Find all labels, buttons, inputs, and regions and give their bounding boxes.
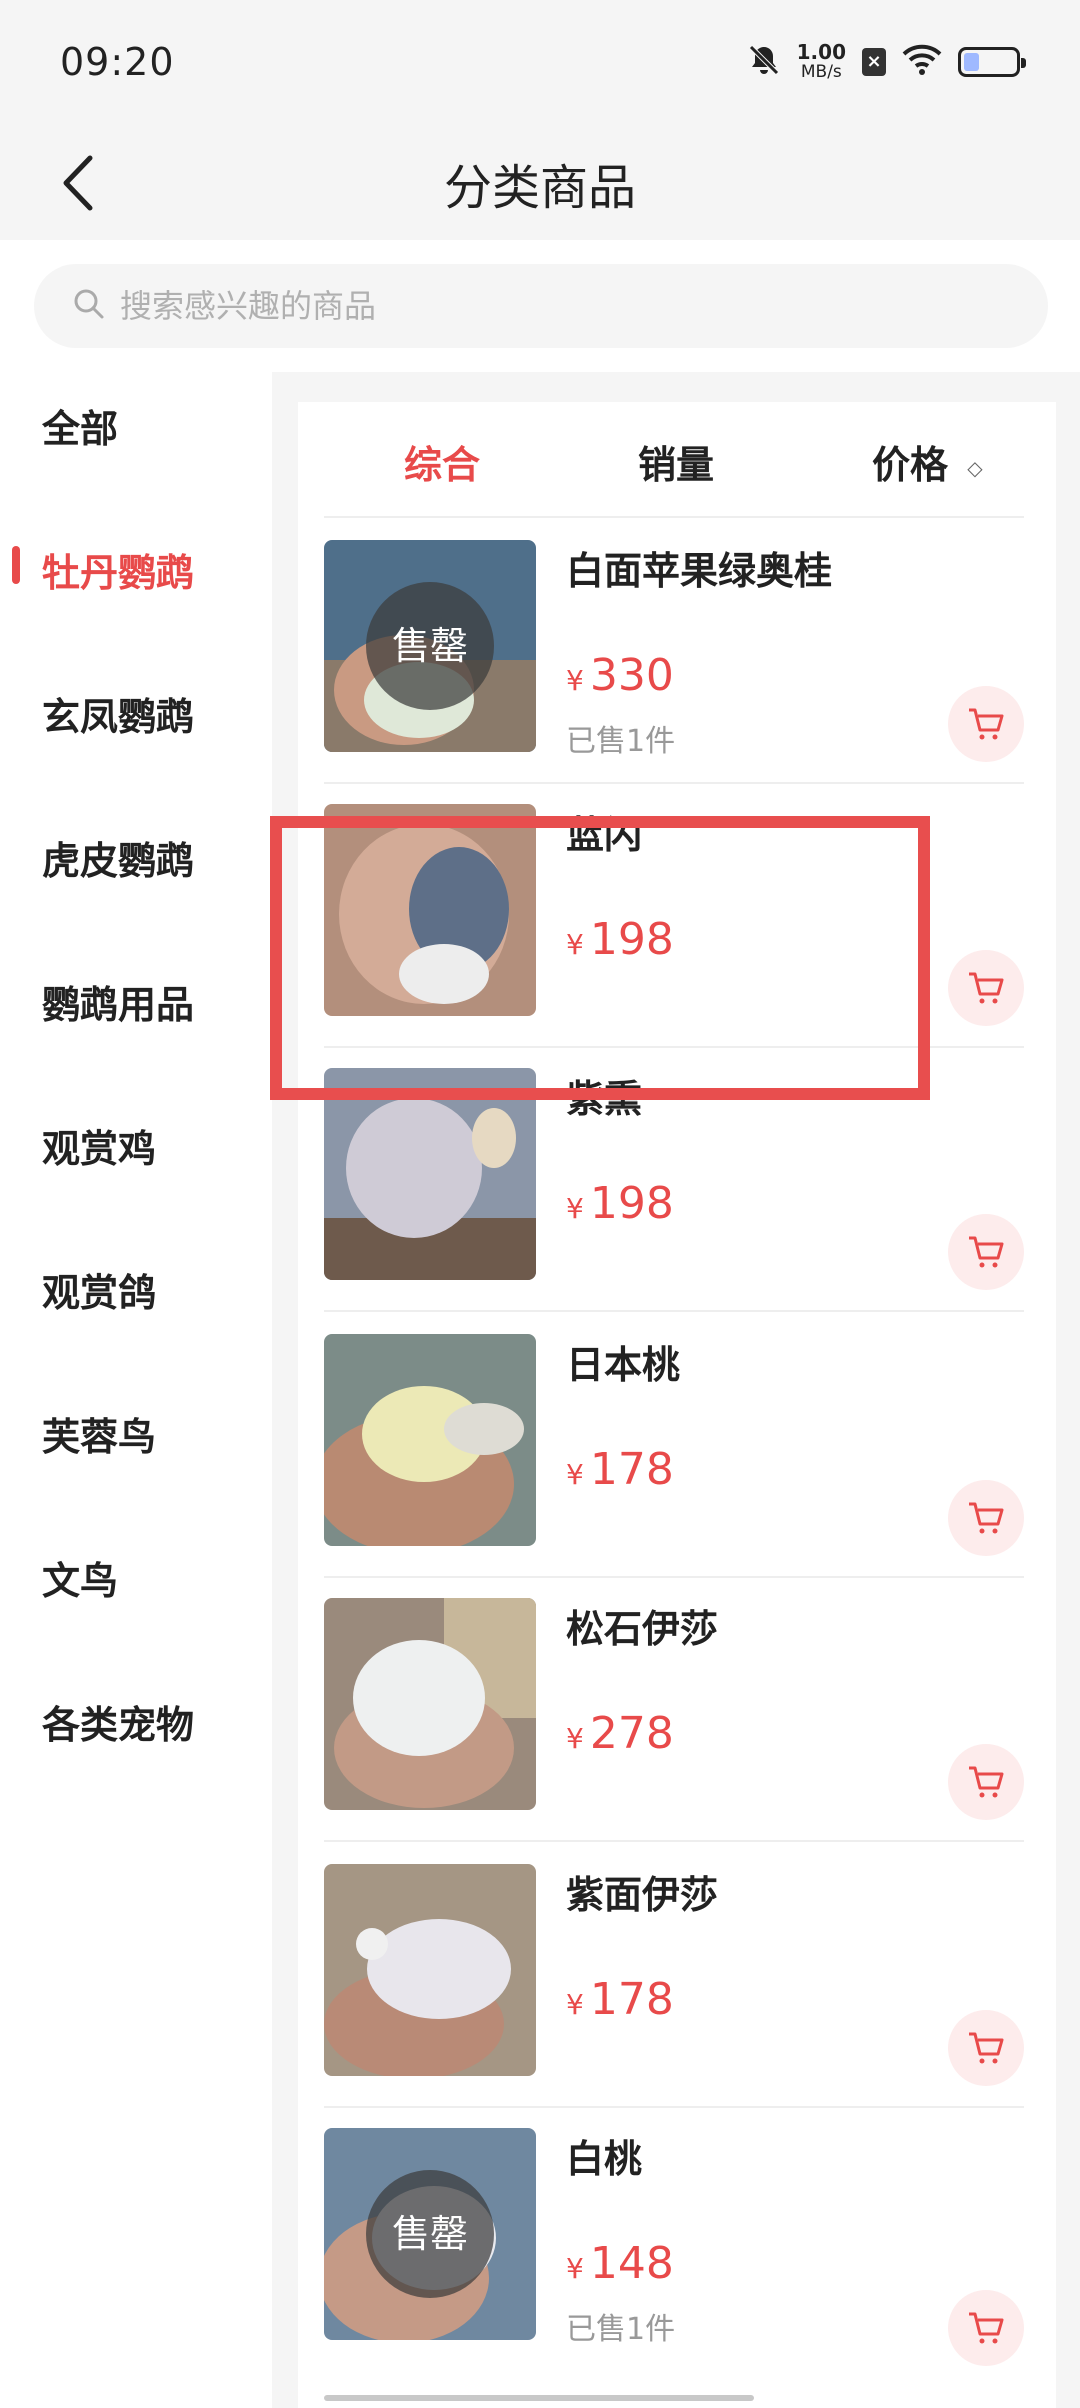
cart-icon	[969, 1236, 1004, 1268]
product-name: 日本桃	[566, 1343, 681, 1387]
tab-price-label: 价格	[872, 443, 949, 487]
sold-out-badge: 售罄	[366, 2170, 494, 2298]
divider	[324, 1310, 1024, 1312]
search-input[interactable]	[120, 287, 920, 325]
close-box-icon: ×	[862, 48, 886, 76]
tab-price[interactable]: 价格 ◇	[872, 434, 983, 489]
status-icons: 1.00 MB/s ×	[747, 40, 1026, 82]
sidebar-item-label: 全部	[42, 407, 119, 451]
sidebar-item-cockatiel[interactable]: 玄凤鹦鹉	[0, 660, 272, 760]
sidebar-item-all[interactable]: 全部	[0, 372, 272, 472]
sidebar-item-lovebird[interactable]: 牡丹鹦鹉	[0, 516, 272, 616]
sidebar-item-label: 虎皮鹦鹉	[42, 839, 195, 883]
highlight-box	[270, 816, 930, 1100]
mute-icon	[747, 43, 781, 81]
product-image	[324, 1598, 536, 1810]
scroll-indicator	[324, 2395, 754, 2401]
add-to-cart-button[interactable]	[948, 950, 1024, 1026]
product-price: ¥278	[566, 1708, 674, 1759]
sidebar-item-other-pets[interactable]: 各类宠物	[0, 1668, 272, 1768]
product-image: 售罄	[324, 2128, 536, 2340]
add-to-cart-button[interactable]	[948, 2290, 1024, 2366]
cart-icon	[969, 1766, 1004, 1798]
wifi-icon	[902, 44, 942, 80]
sidebar-item-budgerigar[interactable]: 虎皮鹦鹉	[0, 804, 272, 904]
active-indicator	[12, 546, 20, 584]
product-name: 紫面伊莎	[566, 1873, 719, 1917]
add-to-cart-button[interactable]	[948, 686, 1024, 762]
product-item[interactable]: 日本桃 ¥178	[298, 1314, 1056, 1578]
sidebar-item-label: 各类宠物	[42, 1703, 195, 1747]
header: 分类商品	[0, 126, 1080, 240]
search-box[interactable]	[34, 264, 1048, 348]
product-name: 松石伊莎	[566, 1607, 719, 1651]
product-panel: 综合 销量 价格 ◇ 售罄 白面苹果绿奥桂 ¥330 已售1件 蓝闪 ¥ 198…	[298, 402, 1056, 2408]
sidebar-item-ornamental-chicken[interactable]: 观赏鸡	[0, 1092, 272, 1192]
product-price: ¥148	[566, 2238, 674, 2289]
tab-sales[interactable]: 销量	[638, 434, 714, 489]
sold-count: 已售1件	[566, 724, 676, 759]
sold-out-badge: 售罄	[366, 582, 494, 710]
sort-arrows-icon: ◇	[967, 455, 983, 480]
cart-icon	[969, 1502, 1004, 1534]
search-icon	[72, 287, 106, 325]
status-time: 09:20	[60, 40, 175, 84]
add-to-cart-button[interactable]	[948, 1214, 1024, 1290]
add-to-cart-button[interactable]	[948, 1744, 1024, 1820]
sidebar-item-label: 芙蓉鸟	[42, 1415, 157, 1459]
product-name: 白面苹果绿奥桂	[566, 549, 833, 593]
cart-icon	[969, 972, 1004, 1004]
sidebar-item-label: 鹦鹉用品	[42, 983, 195, 1027]
sidebar-item-ornamental-pigeon[interactable]: 观赏鸽	[0, 1236, 272, 1336]
cart-icon	[969, 2312, 1004, 2344]
product-price: ¥330	[566, 650, 674, 701]
status-bar: 09:20 1.00 MB/s ×	[0, 0, 1080, 126]
sidebar-item-label: 文鸟	[42, 1559, 119, 1603]
tab-comprehensive[interactable]: 综合	[404, 434, 480, 489]
sidebar-item-label: 观赏鸽	[42, 1271, 157, 1315]
sidebar-item-label: 牡丹鹦鹉	[42, 551, 195, 595]
battery-level	[964, 53, 979, 71]
product-price: ¥178	[566, 1974, 674, 2025]
sidebar-item-finch[interactable]: 文鸟	[0, 1524, 272, 1624]
product-image	[324, 1334, 536, 1546]
product-name: 白桃	[566, 2137, 643, 2181]
product-item[interactable]: 售罄 白桃 ¥148 已售1件	[298, 2108, 1056, 2372]
add-to-cart-button[interactable]	[948, 1480, 1024, 1556]
product-price: ¥178	[566, 1444, 674, 1495]
page-title: 分类商品	[443, 160, 636, 216]
network-speed: 1.00 MB/s	[796, 40, 846, 82]
sidebar-item-label: 玄凤鹦鹉	[42, 695, 195, 739]
sidebar-item-canary[interactable]: 芙蓉鸟	[0, 1380, 272, 1480]
search-area	[0, 240, 1080, 372]
product-price: ¥198	[566, 1178, 674, 1229]
battery-icon	[958, 47, 1026, 77]
category-sidebar: 全部 牡丹鹦鹉 玄凤鹦鹉 虎皮鹦鹉 鹦鹉用品 观赏鸡 观赏鸽 芙蓉鸟 文鸟 各类…	[0, 372, 272, 2408]
divider	[324, 1840, 1024, 1842]
divider	[324, 516, 1024, 518]
cart-icon	[969, 2032, 1004, 2064]
product-image: 售罄	[324, 540, 536, 752]
sidebar-item-label: 观赏鸡	[42, 1127, 157, 1171]
product-item[interactable]: 售罄 白面苹果绿奥桂 ¥330 已售1件	[298, 520, 1056, 784]
cart-icon	[969, 708, 1004, 740]
add-to-cart-button[interactable]	[948, 2010, 1024, 2086]
sold-count: 已售1件	[566, 2312, 676, 2347]
sidebar-item-parrot-supplies[interactable]: 鹦鹉用品	[0, 948, 272, 1048]
product-image	[324, 1864, 536, 2076]
product-item[interactable]: 紫面伊莎 ¥178	[298, 1844, 1056, 2108]
sort-tabs: 综合 销量 价格 ◇	[298, 402, 1056, 520]
product-item[interactable]: 松石伊莎 ¥278	[298, 1578, 1056, 1842]
